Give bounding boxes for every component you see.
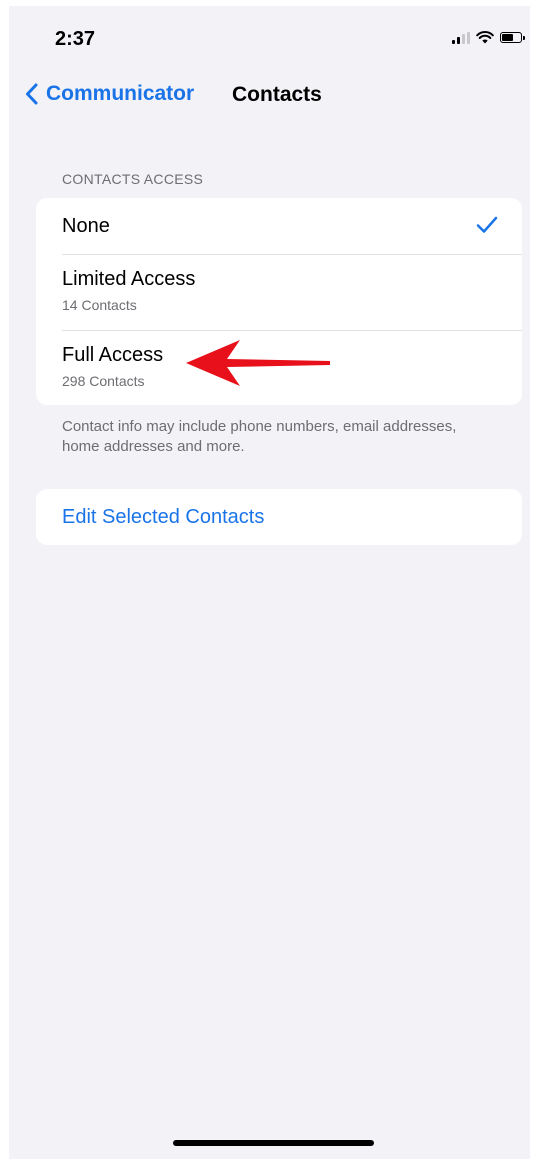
option-none[interactable]: None [36,198,522,254]
option-full-access-count: 298 Contacts [62,373,145,389]
option-full-access-label: Full Access [62,344,164,366]
annotation-arrow-icon [186,340,330,386]
status-time: 2:37 [55,28,96,50]
chevron-left-icon [26,83,38,105]
checkmark-icon [476,216,498,233]
home-indicator[interactable] [173,1140,374,1146]
contacts-access-footer: Contact info may include phone numbers, … [62,418,457,455]
section-header-contacts-access: CONTACTS ACCESS [62,171,204,187]
navigation-bar: Communicator Contacts [9,82,530,112]
option-none-label: None [62,215,110,237]
signal-icon [452,31,470,44]
edit-selected-contacts-button[interactable]: Edit Selected Contacts [62,506,264,529]
option-limited-access-label: Limited Access [62,268,196,290]
option-limited-access-count: 14 Contacts [62,297,137,313]
page-title: Contacts [232,83,322,106]
battery-icon [500,32,525,43]
edit-contacts-group: Edit Selected Contacts [36,489,522,545]
back-button[interactable]: Communicator [25,82,194,106]
settings-screen: 2:37 Communicator Contacts CONTACTS ACCE… [9,6,530,1159]
back-button-label: Communicator [46,82,195,105]
wifi-icon [476,31,494,44]
status-icons [452,31,525,44]
option-limited-access[interactable]: Limited Access 14 Contacts [36,254,522,330]
